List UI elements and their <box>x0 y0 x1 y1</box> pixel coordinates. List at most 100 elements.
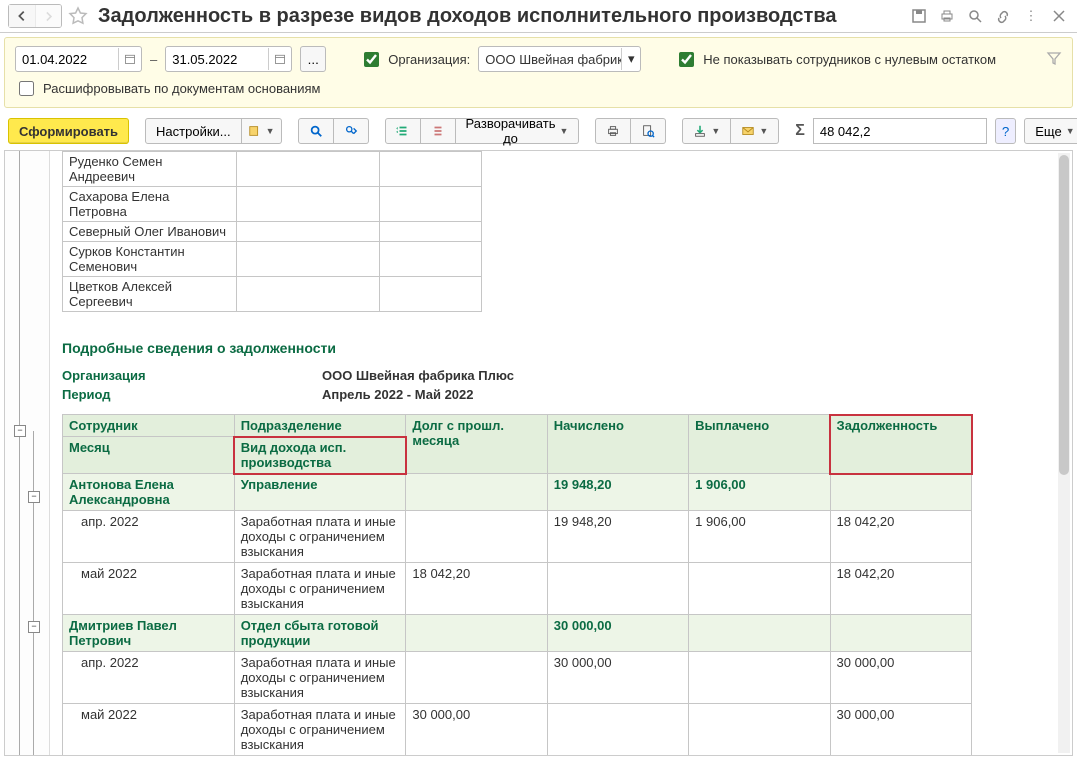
scrollbar[interactable] <box>1058 153 1070 753</box>
date-from-input[interactable] <box>15 46 142 72</box>
date-from-field[interactable] <box>16 48 118 70</box>
group-row[interactable]: Антонова Елена Александровна Управление … <box>63 474 972 511</box>
col-accrued: Начислено <box>547 415 688 474</box>
detail-paid <box>689 652 830 704</box>
detail-prev <box>406 652 547 704</box>
detail-debt: 30 000,00 <box>830 704 971 756</box>
settings-variants-button[interactable]: ▼ <box>242 118 282 144</box>
search-next-button[interactable] <box>334 118 369 144</box>
col-month: Месяц <box>63 437 235 474</box>
report-area: − − − Руденко Семен АндреевичСахарова Ел… <box>4 150 1073 756</box>
more-actions-button[interactable]: Еще ▼ <box>1024 118 1077 144</box>
link-icon[interactable] <box>993 6 1013 26</box>
filter-funnel-icon[interactable] <box>1046 50 1062 69</box>
nav-back-button[interactable] <box>9 5 35 27</box>
detail-prev: 30 000,00 <box>406 704 547 756</box>
table-row[interactable]: Сурков Константин Семенович <box>63 242 482 277</box>
expand-all-button[interactable] <box>421 118 456 144</box>
detail-row[interactable]: апр. 2022 Заработная плата и иные доходы… <box>63 652 972 704</box>
print-button[interactable] <box>595 118 631 144</box>
table-row[interactable]: Северный Олег Иванович <box>63 222 482 242</box>
toolbar: Сформировать Настройки... ▼ Разворачиват… <box>0 112 1077 150</box>
favorite-star-icon[interactable] <box>68 6 88 26</box>
detail-row[interactable]: апр. 2022 Заработная плата и иные доходы… <box>63 511 972 563</box>
table-row[interactable]: Цветков Алексей Сергеевич <box>63 277 482 312</box>
detail-paid: 1 906,00 <box>689 511 830 563</box>
group-row[interactable]: Дмитриев Павел Петрович Отдел сбыта гото… <box>63 615 972 652</box>
employee-name: Сахарова Елена Петровна <box>63 187 237 222</box>
generate-button[interactable]: Сформировать <box>8 118 129 144</box>
hide-zero-checkbox-input[interactable] <box>679 52 694 67</box>
sum-value-input[interactable] <box>813 118 987 144</box>
org-checkbox-input[interactable] <box>364 52 379 67</box>
empty-cell <box>236 187 379 222</box>
empty-cell <box>236 277 379 312</box>
org-checkbox-label: Организация: <box>388 52 470 67</box>
calendar-icon[interactable] <box>118 48 141 70</box>
section-title: Подробные сведения о задолженности <box>62 340 1072 356</box>
more-actions-label: Еще <box>1035 124 1061 139</box>
org-select[interactable]: ООО Швейная фабрик ▾ <box>478 46 641 72</box>
outline-toggle[interactable]: − <box>14 425 26 437</box>
detail-debt: 18 042,20 <box>830 563 971 615</box>
empty-cell <box>236 242 379 277</box>
search-button[interactable] <box>298 118 334 144</box>
report-body[interactable]: Руденко Семен АндреевичСахарова Елена Пе… <box>50 151 1072 755</box>
org-header-value: ООО Швейная фабрика Плюс <box>322 366 514 385</box>
close-icon[interactable] <box>1049 6 1069 26</box>
filter-panel: – ... Организация: ООО Швейная фабрик ▾ … <box>4 37 1073 108</box>
settings-button[interactable]: Настройки... <box>145 118 242 144</box>
col-paid: Выплачено <box>689 415 830 474</box>
title-bar: Задолженность в разрезе видов доходов ис… <box>0 0 1077 33</box>
decode-checkbox[interactable]: Расшифровывать по документам основаниям <box>15 78 320 99</box>
outline-toggle[interactable]: − <box>28 621 40 633</box>
date-to-field[interactable] <box>166 48 268 70</box>
nav-forward-button[interactable] <box>35 5 61 27</box>
group-dept: Отдел сбыта готовой продукции <box>234 615 406 652</box>
detail-prev <box>406 511 547 563</box>
more-menu-icon[interactable]: ⋮ <box>1021 6 1041 26</box>
scrollbar-thumb[interactable] <box>1059 155 1069 475</box>
group-prev <box>406 474 547 511</box>
collapse-all-button[interactable] <box>385 118 421 144</box>
empty-cell <box>379 242 481 277</box>
col-income-type: Вид дохода исп. производства <box>234 437 406 474</box>
empty-cell <box>379 187 481 222</box>
detail-row[interactable]: май 2022 Заработная плата и иные доходы … <box>63 563 972 615</box>
empty-cell <box>379 222 481 242</box>
calendar-icon[interactable] <box>268 48 291 70</box>
table-row[interactable]: Руденко Семен Андреевич <box>63 152 482 187</box>
date-separator: – <box>150 52 157 67</box>
group-paid: 1 906,00 <box>689 474 830 511</box>
detail-month: май 2022 <box>63 563 235 615</box>
period-picker-button[interactable]: ... <box>300 46 326 72</box>
detail-table: Сотрудник Подразделение Долг с прошл. ме… <box>62 414 972 755</box>
detail-month: май 2022 <box>63 704 235 756</box>
org-checkbox[interactable]: Организация: <box>360 49 470 70</box>
table-row[interactable]: Сахарова Елена Петровна <box>63 187 482 222</box>
detail-income: Заработная плата и иные доходы с огранич… <box>234 511 406 563</box>
detail-paid <box>689 563 830 615</box>
detail-income: Заработная плата и иные доходы с огранич… <box>234 704 406 756</box>
chevron-down-icon[interactable]: ▾ <box>621 48 640 70</box>
print-icon[interactable] <box>937 6 957 26</box>
employee-name: Сурков Константин Семенович <box>63 242 237 277</box>
detail-income: Заработная плата и иные доходы с огранич… <box>234 652 406 704</box>
title-actions: ⋮ <box>909 6 1069 26</box>
expand-to-button[interactable]: Разворачивать до ▼ <box>456 118 580 144</box>
group-employee: Антонова Елена Александровна <box>63 474 235 511</box>
period-header-value: Апрель 2022 - Май 2022 <box>322 385 514 404</box>
hide-zero-checkbox[interactable]: Не показывать сотрудников с нулевым оста… <box>675 49 996 70</box>
mail-button[interactable]: ▼ <box>731 118 779 144</box>
decode-checkbox-input[interactable] <box>19 81 34 96</box>
help-button[interactable]: ? <box>995 118 1016 144</box>
detail-row[interactable]: май 2022 Заработная плата и иные доходы … <box>63 704 972 756</box>
detail-accrued <box>547 704 688 756</box>
empty-cell <box>236 152 379 187</box>
date-to-input[interactable] <box>165 46 292 72</box>
print-preview-button[interactable] <box>631 118 666 144</box>
outline-toggle[interactable]: − <box>28 491 40 503</box>
save-icon[interactable] <box>909 6 929 26</box>
export-button[interactable]: ▼ <box>682 118 731 144</box>
preview-icon[interactable] <box>965 6 985 26</box>
